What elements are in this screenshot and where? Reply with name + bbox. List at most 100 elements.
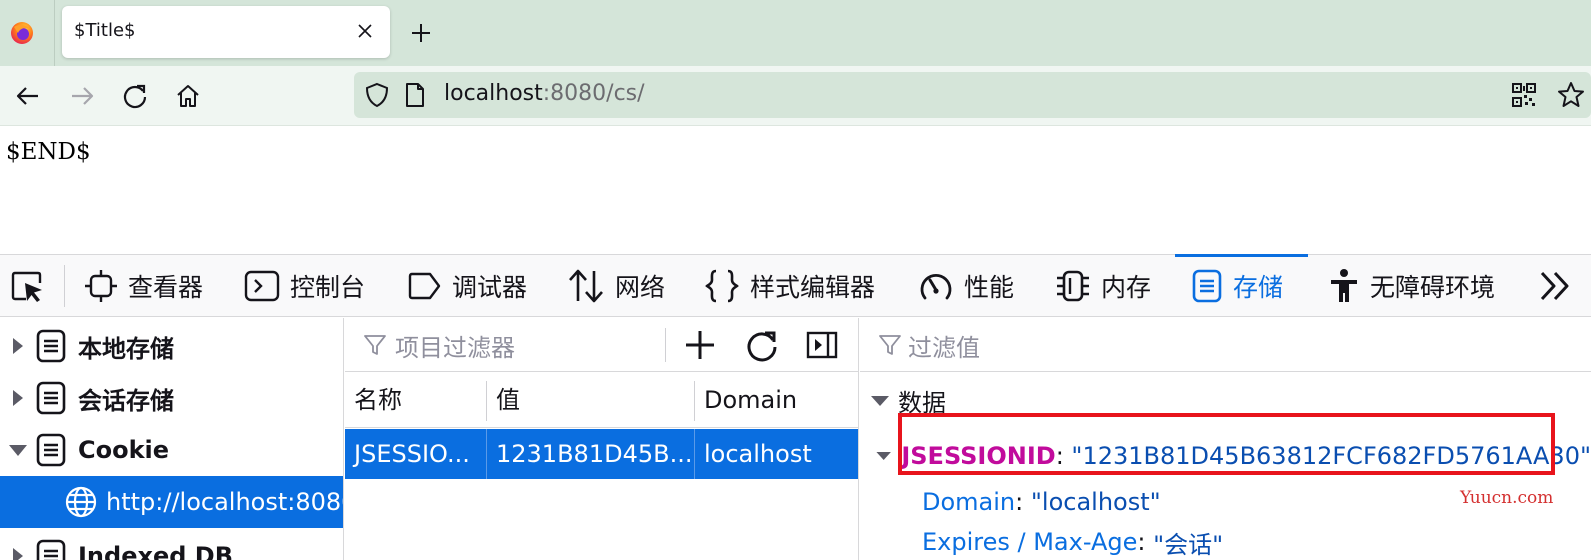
tree-item-label: Cookie xyxy=(78,436,170,464)
debugger-icon xyxy=(408,272,441,299)
tab-title: $Title$ xyxy=(74,20,136,41)
memory-chip-icon xyxy=(1057,270,1089,301)
tab-accessibility-label: 无障碍环境 xyxy=(1370,272,1496,302)
item-filter-input[interactable]: 项目过滤器 xyxy=(395,328,515,363)
field-value: "localhost" xyxy=(1030,488,1161,516)
tab-strip: $Title$ xyxy=(0,0,1591,66)
inspector-icon xyxy=(85,269,117,302)
tree-item-cookie[interactable]: Cookie xyxy=(0,424,343,476)
collapse-triangle-icon[interactable] xyxy=(4,436,32,464)
table-row[interactable]: JSESSIO... 1231B81D45B... localhost xyxy=(345,429,858,479)
storage-tree: 本地存储 会话存储 Cookie http://localhost:8080 I… xyxy=(0,318,344,560)
devtools-toolbar: 查看器 控制台 调试器 网络 样式编辑器 性能 内存 存储 无障碍环境 xyxy=(0,254,1591,317)
collapse-triangle-icon[interactable] xyxy=(874,444,893,468)
reload-icon[interactable] xyxy=(121,82,149,110)
tab-storage[interactable]: 存储 xyxy=(1175,254,1308,316)
value-filter-input[interactable]: 过滤值 xyxy=(908,328,980,363)
network-arrows-icon xyxy=(569,269,603,302)
collapse-triangle-icon[interactable] xyxy=(868,389,892,413)
tree-item-label: 会话存储 xyxy=(78,386,174,415)
tree-item-local-storage[interactable]: 本地存储 xyxy=(0,320,343,372)
tab-memory-label: 内存 xyxy=(1101,272,1152,302)
tab-performance-label: 性能 xyxy=(964,272,1015,302)
tab-style-editor[interactable]: 样式编辑器 xyxy=(704,255,875,316)
key-value-separator: : xyxy=(1137,528,1154,556)
tab-performance[interactable]: 性能 xyxy=(918,255,1014,316)
expand-triangle-icon[interactable] xyxy=(4,542,32,560)
page-info-icon[interactable] xyxy=(404,82,426,108)
filter-funnel-icon xyxy=(879,335,901,355)
more-tabs-chevron-icon[interactable] xyxy=(1538,269,1572,303)
new-tab-plus-icon[interactable] xyxy=(408,20,434,46)
key-value-separator: : xyxy=(1015,488,1031,516)
field-key: Domain xyxy=(922,488,1016,516)
value-filter-bar: 过滤值 xyxy=(860,318,1591,372)
column-header-name[interactable]: 名称 xyxy=(345,373,485,428)
cookie-field-row[interactable]: Expires / Max-Age: "会话" xyxy=(860,522,1591,560)
url-host: localhost xyxy=(444,81,543,106)
tab-inspector-label: 查看器 xyxy=(128,272,204,302)
console-icon xyxy=(244,270,280,301)
tab-style-editor-label: 样式编辑器 xyxy=(750,272,876,302)
storage-icon xyxy=(1192,269,1222,302)
tree-item-session-storage[interactable]: 会话存储 xyxy=(0,372,343,424)
tree-item-indexed-db[interactable]: Indexed DB xyxy=(0,530,343,560)
tree-item-localhost-origin[interactable]: http://localhost:8080 xyxy=(0,476,343,528)
browser-tab[interactable]: $Title$ xyxy=(62,6,390,58)
url-bar[interactable]: localhost:8080/cs/ xyxy=(354,72,1591,118)
add-item-plus-icon[interactable] xyxy=(683,328,717,362)
filter-divider xyxy=(665,328,666,362)
tab-accessibility[interactable]: 无障碍环境 xyxy=(1328,255,1495,316)
back-arrow-icon[interactable] xyxy=(14,82,42,110)
forward-arrow-icon[interactable] xyxy=(68,82,96,110)
tracking-shield-icon[interactable] xyxy=(364,82,390,108)
home-icon[interactable] xyxy=(174,82,202,110)
tab-console-label: 控制台 xyxy=(290,272,366,302)
tab-network-label: 网络 xyxy=(615,272,666,302)
toggle-sidebar-icon[interactable] xyxy=(805,328,839,362)
performance-gauge-icon xyxy=(920,273,952,299)
cell-domain: localhost xyxy=(704,440,812,468)
tab-memory[interactable]: 内存 xyxy=(1055,255,1151,316)
watermark-text: Yuucn.com xyxy=(1460,488,1554,508)
page-body-text: $END$ xyxy=(6,139,91,165)
field-key: Expires / Max-Age xyxy=(922,528,1138,556)
filter-funnel-icon xyxy=(364,335,386,355)
curly-braces-icon xyxy=(705,269,739,302)
globe-icon xyxy=(65,486,97,518)
expand-triangle-icon[interactable] xyxy=(4,332,32,360)
field-value: "会话" xyxy=(1153,530,1224,559)
refresh-icon[interactable] xyxy=(745,328,779,362)
tree-item-label: 本地存储 xyxy=(78,334,174,363)
annotation-highlight-box xyxy=(898,413,1555,475)
cell-value: 1231B81D45B... xyxy=(496,440,693,468)
tab-network[interactable]: 网络 xyxy=(567,255,665,316)
url-path: :8080/cs/ xyxy=(542,81,645,106)
storage-icon xyxy=(36,381,66,415)
navigation-bar: localhost:8080/cs/ xyxy=(0,66,1591,126)
tree-item-label: Indexed DB xyxy=(78,542,233,560)
storage-icon xyxy=(36,539,66,560)
item-filter-bar: 项目过滤器 xyxy=(345,318,858,372)
column-header-domain[interactable]: Domain xyxy=(695,373,858,428)
url-text[interactable]: localhost:8080/cs/ xyxy=(444,81,645,106)
toolbar-divider xyxy=(64,265,65,307)
cookie-table-pane: 项目过滤器 名称 值 Domain JSESSIO... 1231B81D45B… xyxy=(345,318,859,560)
element-picker-icon[interactable] xyxy=(10,269,46,305)
tab-inspector[interactable]: 查看器 xyxy=(84,255,203,316)
cell-name: JSESSIO... xyxy=(354,440,470,468)
table-header: 名称 值 Domain xyxy=(345,373,858,428)
bookmark-star-icon[interactable] xyxy=(1557,81,1585,109)
tab-storage-label: 存储 xyxy=(1233,272,1284,302)
tab-debugger[interactable]: 调试器 xyxy=(406,255,527,316)
tab-debugger-label: 调试器 xyxy=(452,272,528,302)
firefox-logo-icon xyxy=(11,22,33,44)
expand-triangle-icon[interactable] xyxy=(4,384,32,412)
tab-console[interactable]: 控制台 xyxy=(244,255,365,316)
storage-icon xyxy=(36,433,66,467)
column-header-value[interactable]: 值 xyxy=(487,373,693,428)
page-content: $END$ xyxy=(0,127,1591,254)
close-tab-icon[interactable] xyxy=(354,20,376,42)
qr-code-icon[interactable] xyxy=(1511,82,1537,108)
storage-icon xyxy=(36,329,66,363)
